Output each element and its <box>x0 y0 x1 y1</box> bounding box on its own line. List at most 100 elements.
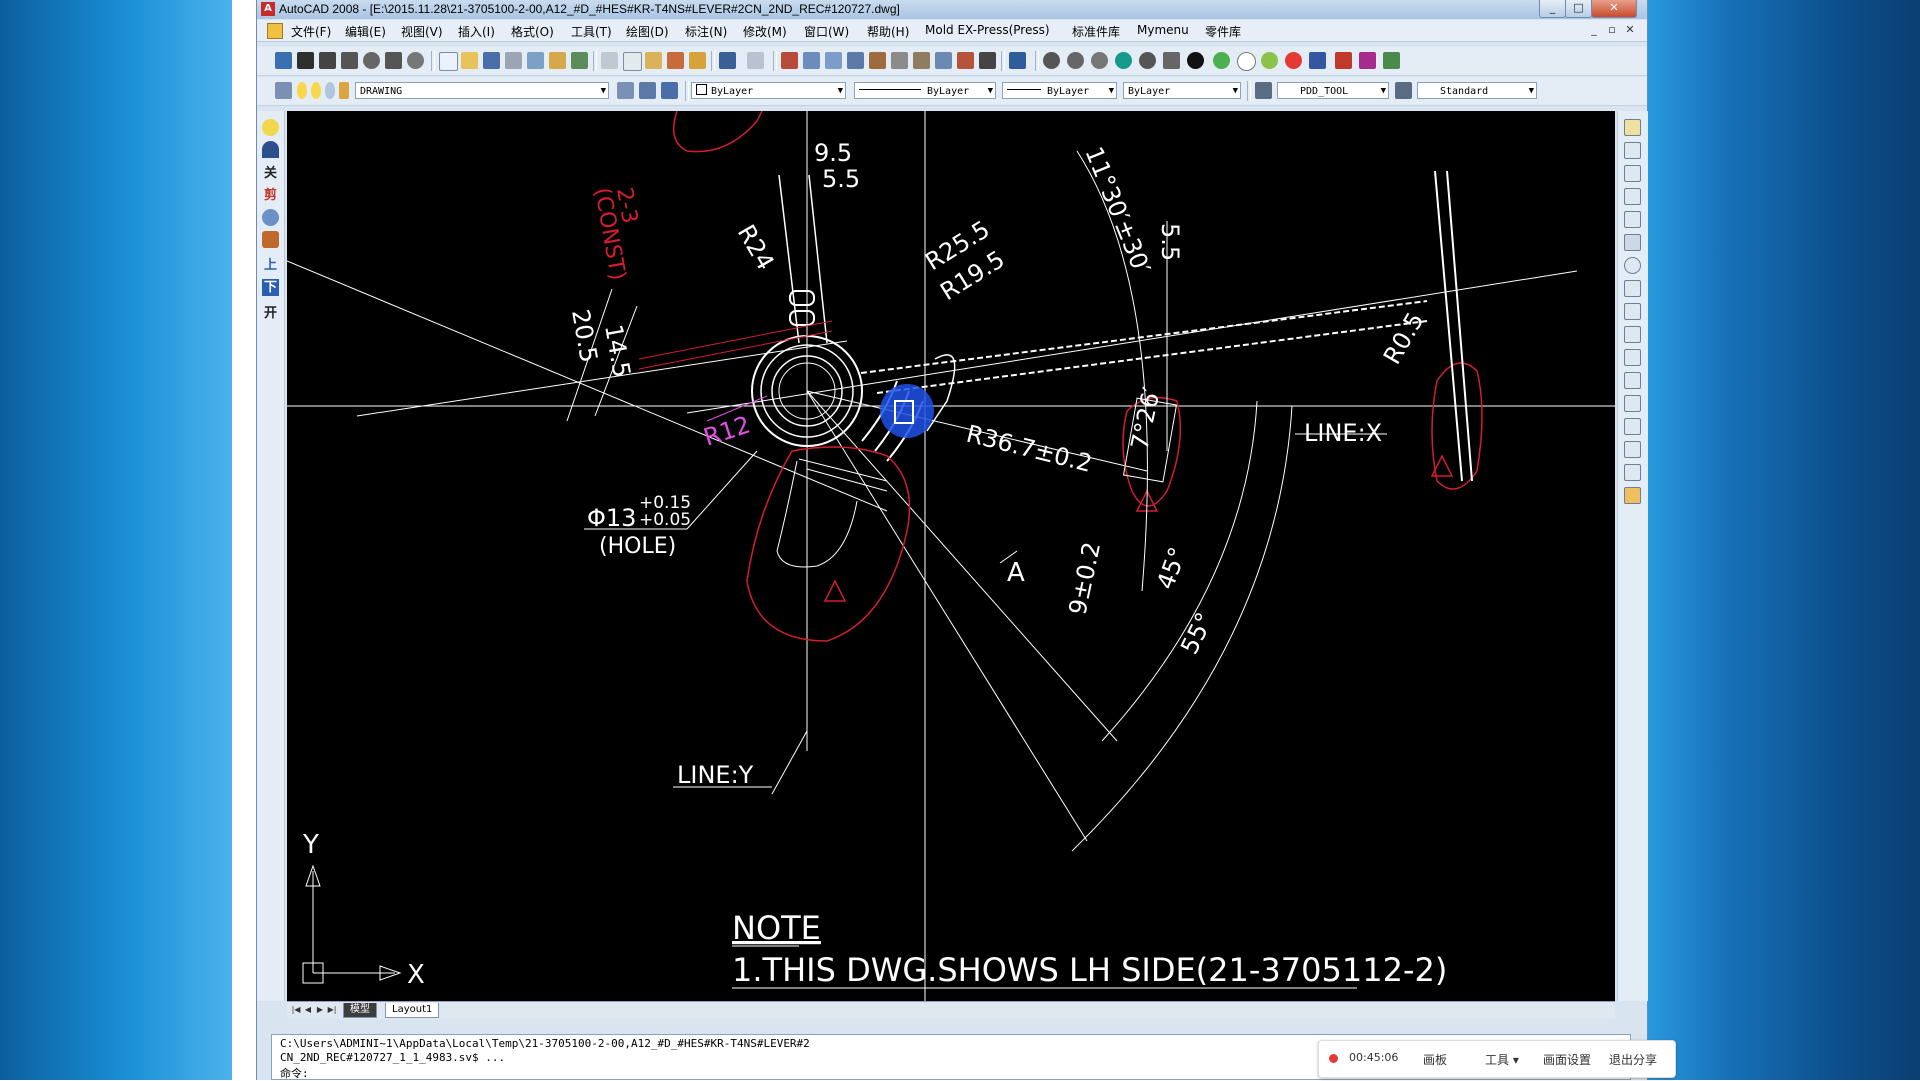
th-icon[interactable] <box>1359 52 1376 69</box>
osnap-center-icon[interactable] <box>1043 52 1060 69</box>
scale-icon[interactable] <box>1624 280 1641 297</box>
printer-icon[interactable] <box>505 52 522 69</box>
preview-icon[interactable] <box>363 52 380 69</box>
redo-icon[interactable] <box>747 52 764 69</box>
mdi-minimize-button[interactable]: _ <box>1587 23 1601 36</box>
save-icon[interactable] <box>319 52 336 69</box>
undo-icon[interactable] <box>719 52 736 69</box>
chamfer-icon[interactable] <box>1624 441 1641 458</box>
circle-red-icon[interactable] <box>1285 52 1302 69</box>
first-tab-icon[interactable]: |◀ <box>291 1004 301 1016</box>
trim-icon[interactable] <box>1624 326 1641 343</box>
folder-icon[interactable] <box>461 52 478 69</box>
erase-icon[interactable] <box>1624 119 1641 136</box>
3d-dwf-icon[interactable] <box>571 52 588 69</box>
close-button[interactable]: ✕ <box>1591 0 1637 18</box>
text-style-icon[interactable] <box>1255 82 1272 99</box>
last-tab-icon[interactable]: ▶| <box>327 1004 337 1016</box>
lock-icon[interactable] <box>339 82 349 99</box>
rotate-icon[interactable] <box>1624 257 1641 274</box>
lineweight-dropdown[interactable]: ByLayer ▼ <box>1002 82 1117 99</box>
circle-green-icon[interactable] <box>1213 52 1230 69</box>
paste-icon[interactable] <box>645 52 662 69</box>
plot-preview-icon[interactable] <box>527 52 544 69</box>
text-style-dropdown[interactable]: PDD_TOOL ▼ <box>1277 82 1389 99</box>
next-tab-icon[interactable]: ▶ <box>315 1004 325 1016</box>
close-layer-button[interactable]: 关 <box>262 165 279 182</box>
menu-help[interactable]: 帮助(H) <box>867 23 909 40</box>
layer-dropdown[interactable]: DRAWING ▼ <box>355 82 609 99</box>
explode-icon[interactable] <box>1624 487 1641 504</box>
menu-file[interactable]: 文件(F) <box>291 23 331 40</box>
menu-part-library[interactable]: 零件库 <box>1205 23 1241 40</box>
layer-manager-icon[interactable] <box>275 82 292 99</box>
recorder-exit-share-button[interactable]: 退出分享 <box>1609 1051 1657 1068</box>
fillet-icon[interactable] <box>1624 464 1641 481</box>
hourglass-icon[interactable] <box>1383 52 1400 69</box>
zoom-previous-icon[interactable] <box>847 52 864 69</box>
offset-icon[interactable] <box>1624 188 1641 205</box>
markup-icon[interactable] <box>957 52 974 69</box>
tab-layout1[interactable]: Layout1 <box>385 1003 440 1018</box>
publish-web-icon[interactable] <box>549 52 566 69</box>
tab-model[interactable]: 模型 <box>343 1003 377 1018</box>
down-button[interactable]: 下 <box>262 279 279 296</box>
osnap-perpendicular-icon[interactable] <box>1163 52 1180 69</box>
copy-object-icon[interactable] <box>1624 142 1641 159</box>
circle-lime-icon[interactable] <box>1261 52 1278 69</box>
join-icon[interactable] <box>1624 418 1641 435</box>
recorder-tools-button[interactable]: 工具 ▾ <box>1485 1051 1519 1068</box>
text-edit-icon[interactable] <box>1309 52 1326 69</box>
osnap-quadrant-icon[interactable] <box>1067 52 1084 69</box>
match-properties-icon[interactable] <box>667 52 684 69</box>
publish-icon[interactable] <box>385 52 402 69</box>
block-editor-icon[interactable] <box>689 52 706 69</box>
drawing-canvas[interactable]: 9.5 5.5 R24 R25.5 R19.5 11°30′±30′ 5.5 R… <box>287 111 1615 1001</box>
stretch-icon[interactable] <box>1624 303 1641 320</box>
menu-mymenu[interactable]: Mymenu <box>1137 23 1189 37</box>
light-bulb-icon[interactable] <box>262 119 279 136</box>
recorder-screen-settings-button[interactable]: 画面设置 <box>1543 1051 1591 1068</box>
bulb-off-icon[interactable] <box>262 141 279 158</box>
menu-tools[interactable]: 工具(T) <box>571 23 612 40</box>
menu-draw[interactable]: 绘图(D) <box>626 23 669 40</box>
color-dropdown[interactable]: ByLayer ▼ <box>691 82 846 99</box>
dim-style-dropdown[interactable]: Standard ▼ <box>1417 82 1537 99</box>
snowflake-icon[interactable] <box>262 209 279 226</box>
menu-window[interactable]: 窗口(W) <box>804 23 849 40</box>
osnap-nearest-icon[interactable] <box>1187 52 1204 69</box>
up-button[interactable]: 上 <box>262 257 279 274</box>
cut-layer-button[interactable]: 剪 <box>262 187 279 204</box>
command-prompt[interactable]: 命令: <box>280 1065 309 1081</box>
new-icon[interactable] <box>275 52 292 69</box>
menu-insert[interactable]: 插入(I) <box>458 23 495 40</box>
menu-mold-express[interactable]: Mold EX-Press(Press) <box>925 23 1050 37</box>
plot-icon[interactable] <box>341 52 358 69</box>
copy-icon[interactable] <box>623 52 642 71</box>
cut-icon[interactable] <box>601 52 618 69</box>
zoom-window-icon[interactable] <box>825 52 842 69</box>
pan-icon[interactable] <box>781 52 798 69</box>
plotstyle-dropdown[interactable]: ByLayer ▼ <box>1123 82 1241 99</box>
array-icon[interactable] <box>1624 211 1641 228</box>
mdi-restore-button[interactable]: ▫ <box>1605 23 1619 36</box>
open-layer-button[interactable]: 开 <box>262 305 279 322</box>
menu-format[interactable]: 格式(O) <box>511 23 554 40</box>
recorder-whiteboard-button[interactable]: 画板 <box>1423 1051 1447 1068</box>
move-icon[interactable] <box>1624 234 1641 251</box>
document-icon[interactable] <box>267 23 283 39</box>
disk-icon[interactable] <box>483 52 500 69</box>
osnap-tangent-icon[interactable] <box>1091 52 1108 69</box>
linetype-dropdown[interactable]: ByLayer ▼ <box>854 82 996 99</box>
part-icon[interactable] <box>1335 52 1352 69</box>
zoom-realtime-icon[interactable] <box>803 52 820 69</box>
osnap-node-icon[interactable] <box>1115 52 1132 69</box>
extend-icon[interactable] <box>1624 349 1641 366</box>
maximize-button[interactable]: □ <box>1565 0 1592 18</box>
render-icon[interactable] <box>407 52 424 69</box>
menu-edit[interactable]: 编辑(E) <box>345 23 386 40</box>
break-at-point-icon[interactable] <box>1624 395 1641 412</box>
viewport-freeze-icon[interactable] <box>325 82 335 99</box>
lock-icon[interactable] <box>262 231 279 248</box>
calculator-icon[interactable] <box>979 52 996 69</box>
